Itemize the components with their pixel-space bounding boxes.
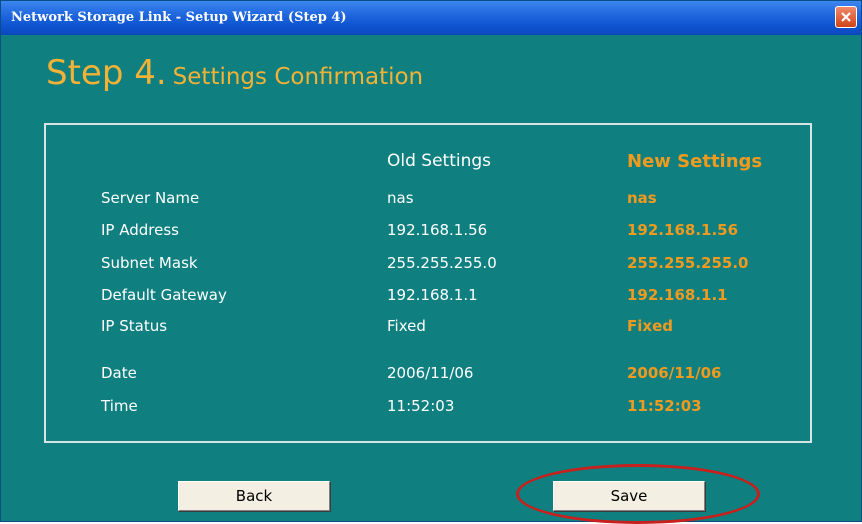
- setting-label: IP Address: [101, 221, 179, 239]
- old-value: 255.255.255.0: [387, 254, 497, 272]
- save-highlight-circle: [516, 464, 760, 524]
- window-title: Network Storage Link - Setup Wizard (Ste…: [11, 10, 347, 25]
- setup-wizard-window: Network Storage Link - Setup Wizard (Ste…: [0, 0, 862, 524]
- new-value: 2006/11/06: [627, 364, 722, 382]
- settings-row-subnet-mask: Subnet Mask 255.255.255.0 255.255.255.0: [46, 254, 810, 274]
- settings-row-date: Date 2006/11/06 2006/11/06: [46, 364, 810, 384]
- new-value: 192.168.1.1: [627, 286, 728, 304]
- step-number: Step 4.: [46, 53, 167, 93]
- new-value: nas: [627, 189, 657, 207]
- setting-label: IP Status: [101, 317, 168, 335]
- old-settings-header: Old Settings: [387, 151, 492, 171]
- setting-label: Time: [101, 397, 138, 415]
- new-value: 255.255.255.0: [627, 254, 749, 272]
- setting-label: Subnet Mask: [101, 254, 198, 272]
- old-value: 192.168.1.56: [387, 221, 488, 239]
- back-button[interactable]: Back: [178, 481, 330, 511]
- old-value: 192.168.1.1: [387, 286, 478, 304]
- setting-label: Default Gateway: [101, 286, 227, 304]
- close-button[interactable]: [835, 6, 857, 28]
- old-value: Fixed: [387, 317, 426, 335]
- settings-panel: Old Settings New Settings Server Name na…: [44, 123, 812, 443]
- close-icon: [840, 11, 852, 23]
- new-settings-header: New Settings: [627, 151, 763, 172]
- title-bar[interactable]: Network Storage Link - Setup Wizard (Ste…: [1, 1, 861, 35]
- setting-label: Date: [101, 364, 137, 382]
- old-value: 11:52:03: [387, 397, 455, 415]
- new-value: Fixed: [627, 317, 673, 335]
- setting-label: Server Name: [101, 189, 200, 207]
- old-value: 2006/11/06: [387, 364, 474, 382]
- settings-row-server-name: Server Name nas nas: [46, 189, 810, 209]
- settings-row-ip-status: IP Status Fixed Fixed: [46, 317, 810, 337]
- wizard-content: Step 4. Settings Confirmation Old Setting…: [4, 35, 858, 524]
- new-value: 11:52:03: [627, 397, 702, 415]
- page-title: Step 4. Settings Confirmation: [46, 53, 423, 93]
- settings-row-ip-address: IP Address 192.168.1.56 192.168.1.56: [46, 221, 810, 241]
- step-subtitle: Settings Confirmation: [172, 64, 424, 90]
- settings-row-time: Time 11:52:03 11:52:03: [46, 397, 810, 417]
- old-value: nas: [387, 189, 414, 207]
- settings-row-default-gateway: Default Gateway 192.168.1.1 192.168.1.1: [46, 286, 810, 306]
- new-value: 192.168.1.56: [627, 221, 739, 239]
